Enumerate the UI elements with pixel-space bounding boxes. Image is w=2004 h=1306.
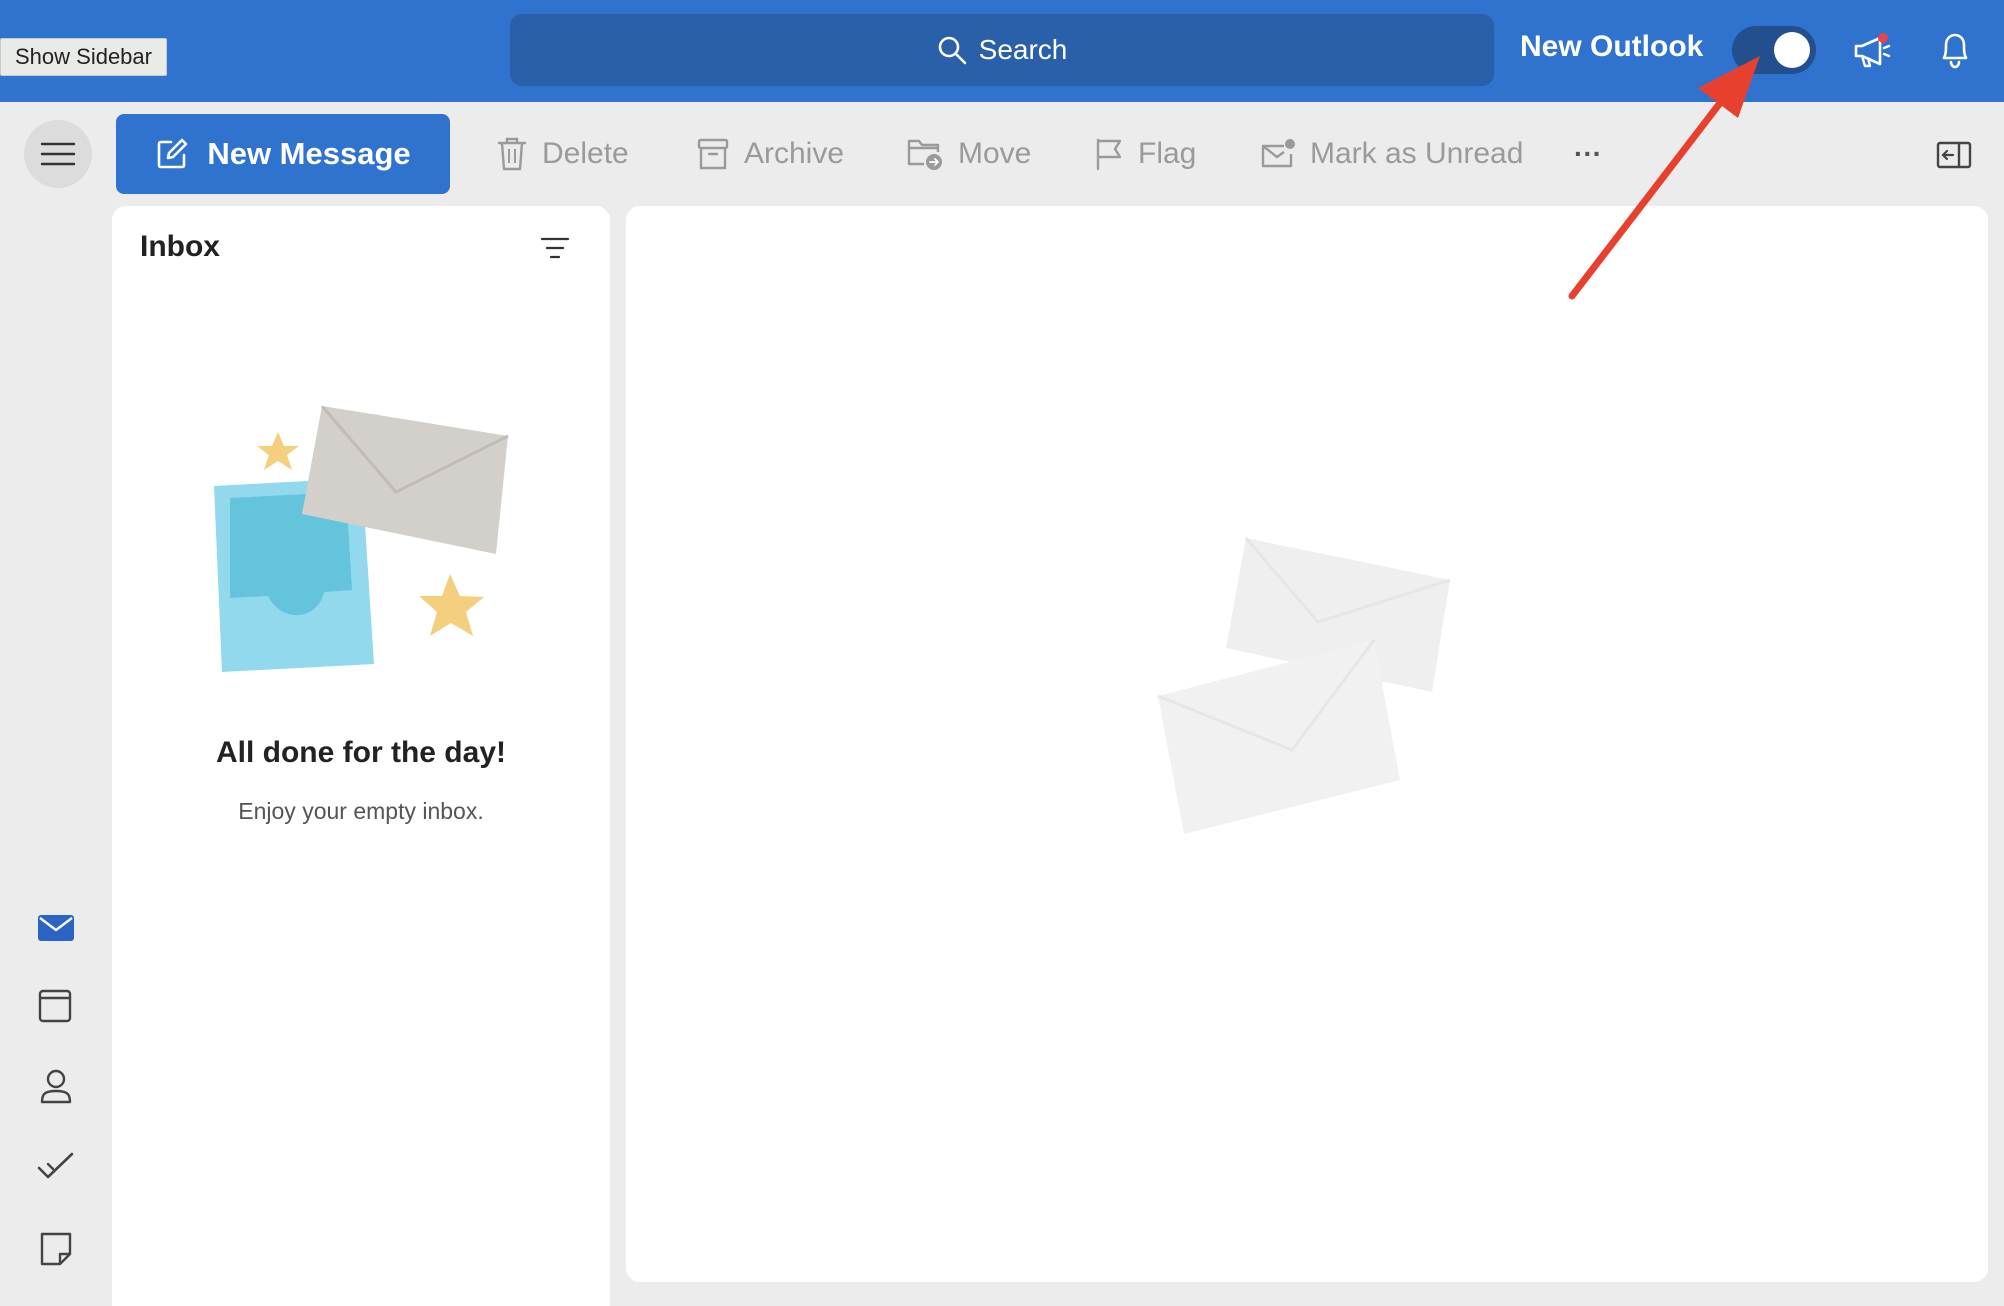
delete-button[interactable]: Delete bbox=[496, 126, 629, 182]
empty-inbox-illustration bbox=[214, 406, 509, 672]
filter-icon[interactable] bbox=[540, 236, 570, 260]
people-icon[interactable] bbox=[36, 1068, 76, 1106]
move-label: Move bbox=[958, 137, 1032, 170]
empty-state-subtitle: Enjoy your empty inbox. bbox=[238, 798, 484, 824]
search-label: Search bbox=[978, 34, 1068, 65]
delete-label: Delete bbox=[542, 137, 629, 170]
flag-button[interactable]: Flag bbox=[1094, 126, 1196, 182]
empty-state-title: All done for the day! bbox=[215, 736, 506, 769]
mark-as-unread-button[interactable]: Mark as Unread bbox=[1260, 126, 1523, 182]
archive-button[interactable]: Archive bbox=[696, 126, 844, 182]
show-sidebar-tooltip: Show Sidebar bbox=[0, 38, 167, 76]
calendar-icon[interactable] bbox=[36, 988, 76, 1024]
sidebar-toggle-button[interactable] bbox=[24, 120, 92, 188]
archive-label: Archive bbox=[744, 137, 845, 170]
todo-checkmark-icon[interactable] bbox=[36, 1150, 76, 1184]
move-folder-icon bbox=[907, 139, 942, 170]
reading-pane bbox=[626, 206, 1988, 1282]
mark-as-unread-label: Mark as Unread bbox=[1310, 137, 1524, 170]
hamburger-icon bbox=[40, 142, 76, 166]
trash-icon bbox=[497, 137, 527, 171]
compose-icon bbox=[158, 138, 188, 169]
annotation-arrow bbox=[1568, 56, 1760, 300]
reading-pane-toggle-icon[interactable] bbox=[1936, 140, 1972, 170]
new-message-label: New Message bbox=[207, 136, 411, 171]
bell-icon[interactable] bbox=[1938, 30, 1972, 70]
megaphone-icon[interactable] bbox=[1852, 32, 1892, 70]
archive-icon bbox=[697, 138, 729, 170]
flag-label: Flag bbox=[1138, 137, 1197, 170]
empty-reading-pane-illustration bbox=[1157, 537, 1451, 834]
search-box[interactable]: Search bbox=[510, 14, 1494, 86]
search-icon bbox=[938, 36, 966, 65]
new-message-button[interactable]: New Message bbox=[116, 114, 450, 194]
flag-icon bbox=[1096, 138, 1122, 171]
inbox-title: Inbox bbox=[140, 230, 220, 263]
inbox-panel: Inbox All done for the day! Enjoy your e… bbox=[112, 206, 610, 1306]
notes-icon[interactable] bbox=[36, 1230, 76, 1268]
mail-icon[interactable] bbox=[36, 912, 76, 944]
mail-unread-icon bbox=[1261, 139, 1295, 168]
move-button[interactable]: Move bbox=[906, 126, 1031, 182]
